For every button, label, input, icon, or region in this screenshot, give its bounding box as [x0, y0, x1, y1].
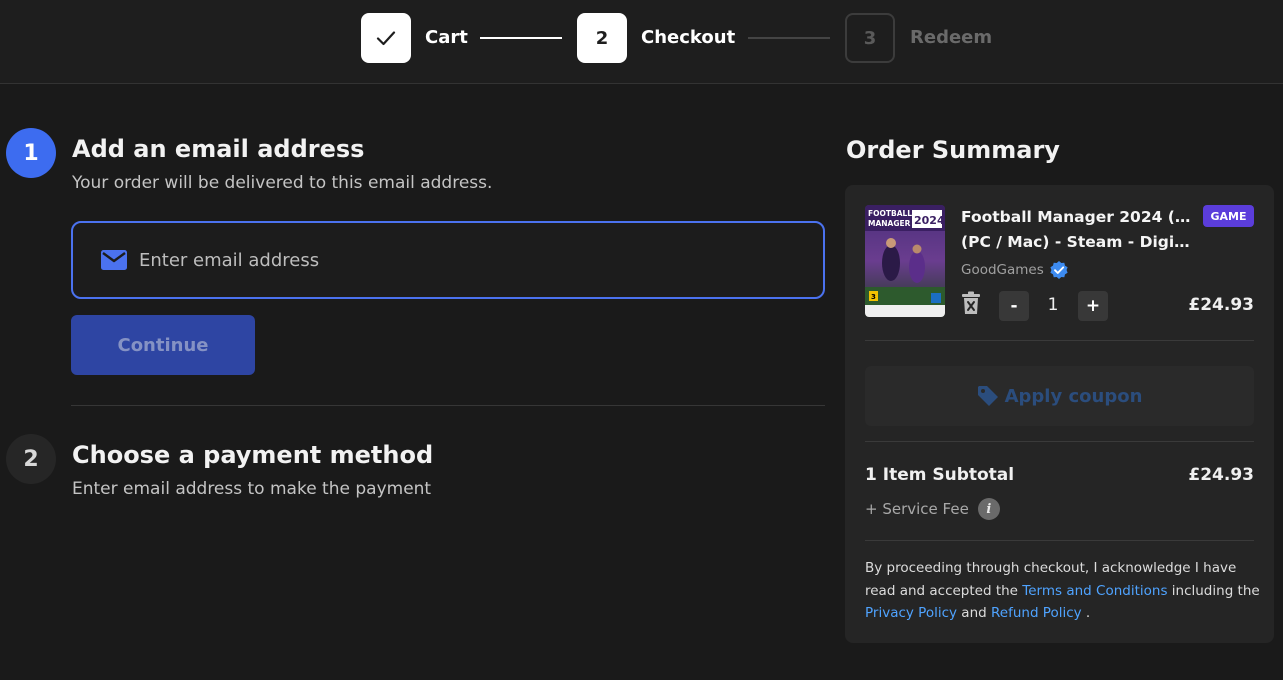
- product-title-line1: Football Manager 2024 (EU): [961, 208, 1191, 226]
- step-cart-label: Cart: [425, 27, 468, 48]
- step-cart-check-icon: [361, 13, 411, 63]
- service-fee-label: + Service Fee: [865, 500, 969, 518]
- product-title-line2: (PC / Mac) - Steam - Digital Key: [961, 233, 1191, 251]
- step-connector-1: [480, 37, 562, 39]
- seller-name[interactable]: GoodGames: [961, 262, 1044, 278]
- continue-button[interactable]: Continue: [71, 315, 255, 375]
- order-summary-title: Order Summary: [846, 136, 1060, 164]
- trash-icon: [962, 291, 980, 314]
- step-connector-2: [748, 37, 830, 39]
- verified-badge-icon: [1050, 261, 1068, 279]
- step-redeem-number: 3: [845, 13, 895, 63]
- section-divider: [71, 405, 825, 406]
- product-cover-image[interactable]: FOOTBALL MANAGER 2024 3: [865, 205, 945, 317]
- svg-text:3: 3: [871, 293, 876, 301]
- service-fee-row: + Service Fee i: [865, 498, 1000, 520]
- apply-coupon-label: Apply coupon: [1004, 385, 1143, 407]
- checkout-stepper: Cart 2 Checkout 3 Redeem: [0, 0, 1283, 84]
- quantity-decrease-button[interactable]: -: [999, 291, 1029, 321]
- legal-disclaimer: By proceeding through checkout, I acknow…: [865, 557, 1260, 625]
- product-type-badge: GAME: [1203, 205, 1254, 227]
- email-input[interactable]: [139, 249, 779, 271]
- product-price: £24.93: [1188, 295, 1254, 315]
- email-section-subtitle: Your order will be delivered to this ema…: [72, 173, 493, 193]
- card-divider-3: [865, 540, 1254, 541]
- svg-text:2024: 2024: [914, 214, 945, 227]
- card-divider-1: [865, 340, 1254, 341]
- refund-link[interactable]: Refund Policy: [991, 605, 1082, 621]
- payment-section-subtitle: Enter email address to make the payment: [72, 479, 432, 499]
- step-checkout-label: Checkout: [641, 27, 736, 48]
- email-field[interactable]: [71, 221, 825, 299]
- order-summary-card: FOOTBALL MANAGER 2024 3 Football Manager…: [845, 185, 1274, 643]
- quantity-increase-button[interactable]: +: [1078, 291, 1108, 321]
- legal-text-middle: including the: [1167, 582, 1260, 599]
- step-redeem-label: Redeem: [910, 27, 993, 48]
- email-section-title: Add an email address: [72, 135, 365, 163]
- apply-coupon-button[interactable]: Apply coupon: [865, 366, 1254, 426]
- step-checkout-number: 2: [577, 13, 627, 63]
- tag-icon: [977, 386, 998, 406]
- payment-step-number: 2: [6, 434, 56, 484]
- legal-text-suffix: .: [1081, 605, 1091, 621]
- info-icon[interactable]: i: [977, 498, 1000, 520]
- remove-item-button[interactable]: [961, 291, 981, 319]
- subtotal-value: £24.93: [1188, 465, 1254, 485]
- svg-text:MANAGER: MANAGER: [868, 219, 911, 228]
- envelope-icon: [101, 250, 127, 270]
- payment-section-title: Choose a payment method: [72, 441, 434, 469]
- privacy-link[interactable]: Privacy Policy: [865, 605, 957, 621]
- seller-info: GoodGames: [961, 260, 1069, 280]
- email-step-number: 1: [6, 128, 56, 178]
- product-title[interactable]: Football Manager 2024 (EU) (PC / Mac) - …: [961, 205, 1191, 255]
- subtotal-label: 1 Item Subtotal: [865, 465, 1015, 485]
- cover-logo-text: FOOTBALL: [868, 209, 912, 218]
- legal-text-and: and: [957, 605, 991, 621]
- terms-link[interactable]: Terms and Conditions: [1022, 583, 1167, 599]
- quantity-value: 1: [1047, 295, 1059, 315]
- card-divider-2: [865, 441, 1254, 442]
